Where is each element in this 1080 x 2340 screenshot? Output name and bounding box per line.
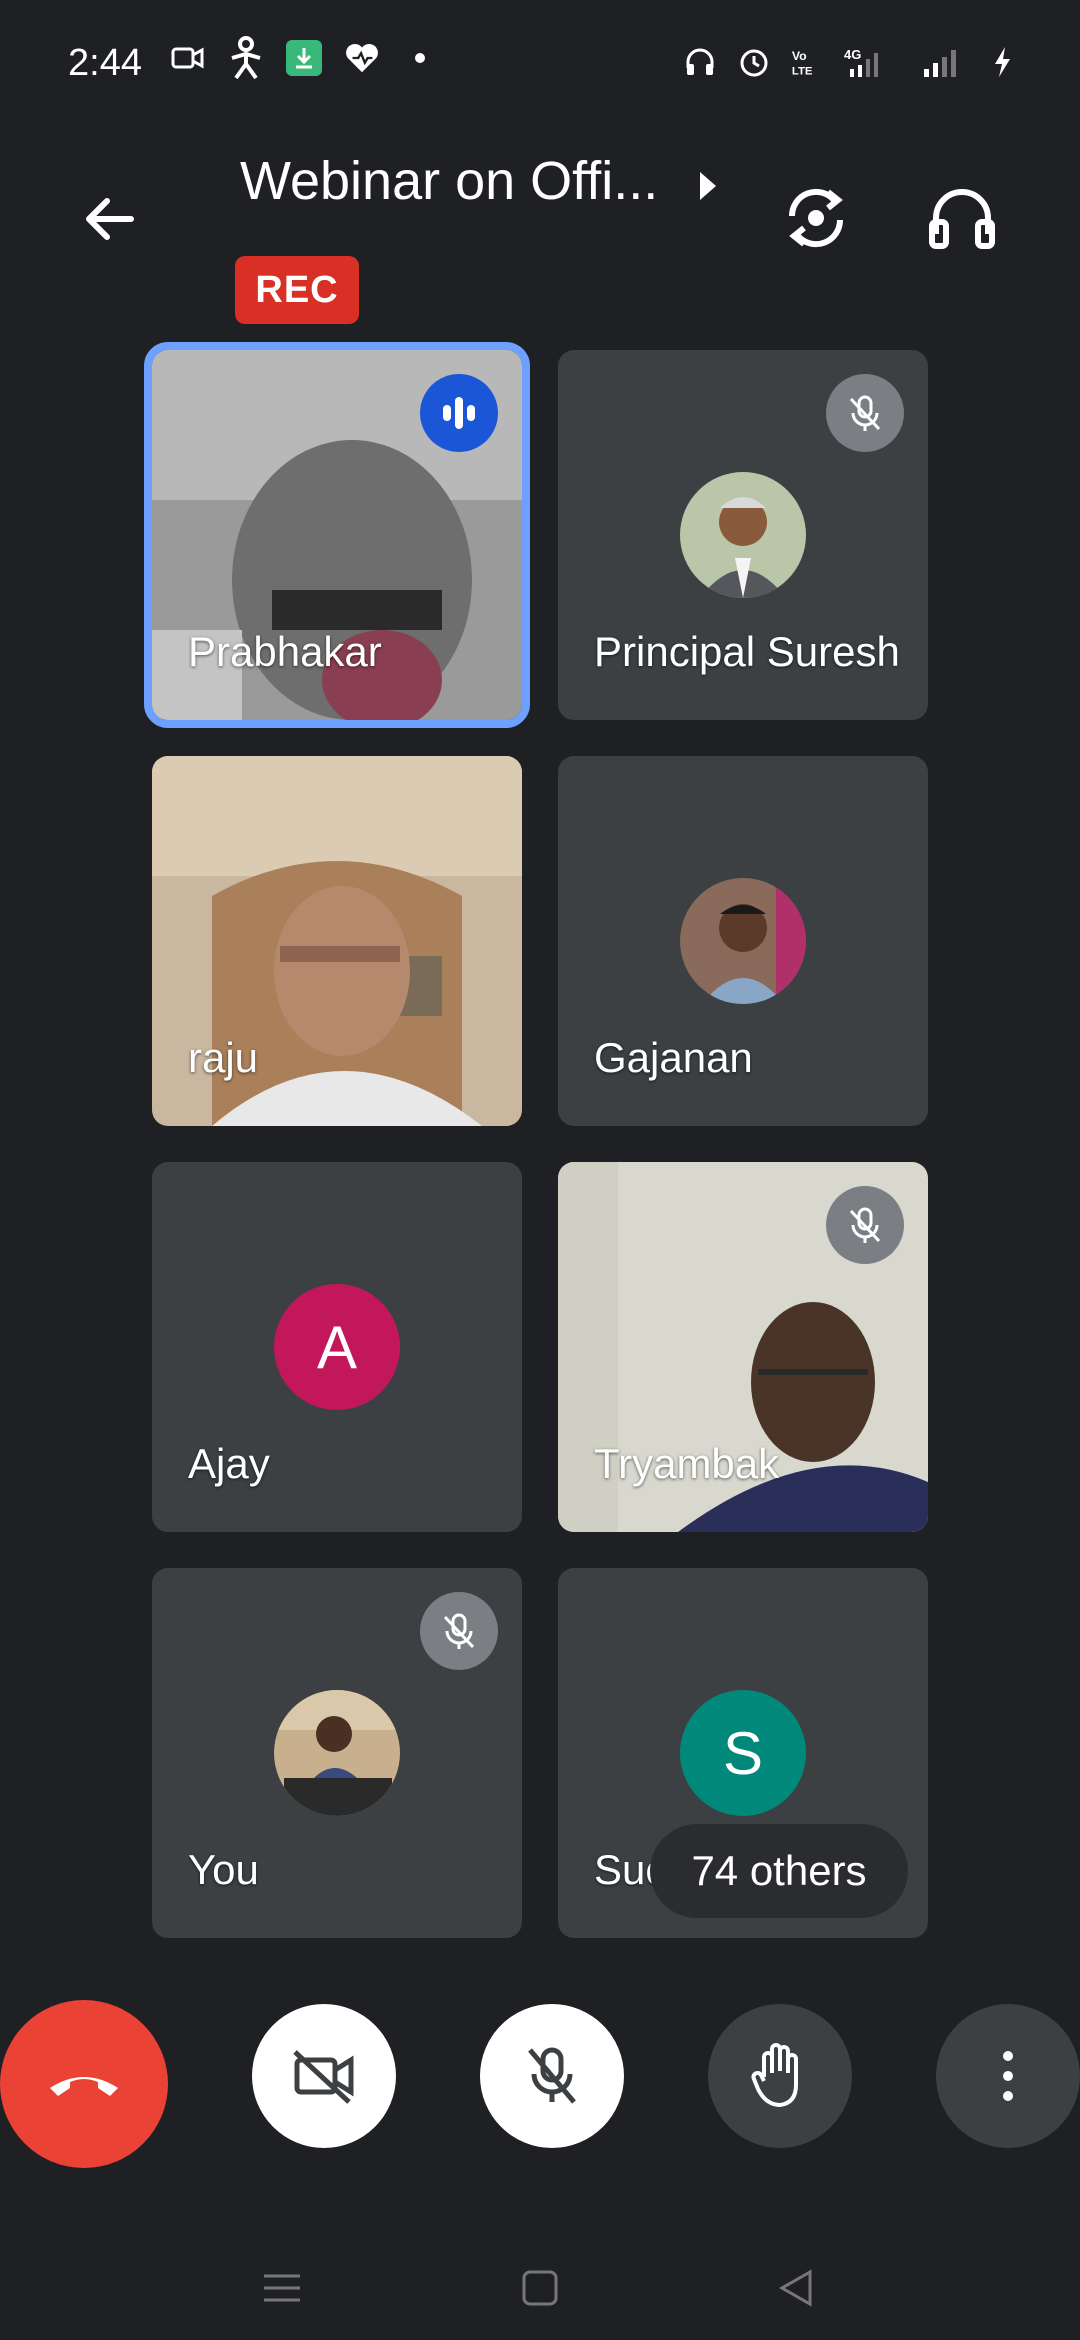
status-bar: 2:44 Vo LTE 4G: [0, 0, 1080, 130]
avatar: [274, 1690, 400, 1816]
audio-output-button[interactable]: [922, 178, 1002, 258]
mic-off-icon: [443, 1613, 475, 1649]
headphones-icon: [929, 189, 995, 249]
download-icon: [286, 40, 322, 76]
participant-tile-prabhakar[interactable]: Prabhakar: [144, 342, 530, 728]
chevron-right-icon[interactable]: [694, 166, 724, 206]
muted-indicator: [826, 1186, 904, 1264]
others-count-button[interactable]: 74 others: [650, 1824, 908, 1918]
signal-4g-icon: 4G: [844, 44, 904, 80]
participant-tile-gajanan[interactable]: Gajanan: [558, 756, 928, 1126]
meeting-title[interactable]: Webinar on Offi...: [240, 150, 658, 212]
switch-camera-icon: [788, 188, 844, 248]
health-heart-icon: [344, 40, 380, 76]
participant-name: Gajanan: [594, 1034, 753, 1081]
home-square-icon: [522, 2270, 558, 2306]
svg-text:LTE: LTE: [792, 65, 813, 77]
more-vert-icon: [1003, 2051, 1013, 2101]
headset-status-icon: [682, 44, 718, 80]
svg-text:4G: 4G: [844, 47, 861, 62]
status-icons-left: [170, 36, 438, 80]
muted-indicator: [826, 374, 904, 452]
notification-dot-icon: [402, 40, 438, 76]
raise-hand-button[interactable]: [708, 2004, 852, 2148]
avatar: A: [274, 1284, 400, 1410]
participant-tile-tryambak[interactable]: Tryambak: [558, 1162, 928, 1532]
participant-tile-you[interactable]: You: [152, 1568, 522, 1938]
video-call-icon: [170, 40, 206, 76]
raise-hand-icon: [751, 2043, 798, 2107]
avatar: [680, 878, 806, 1004]
switch-camera-button[interactable]: [776, 178, 856, 258]
back-button[interactable]: [70, 180, 148, 258]
participant-tile-principal-suresh[interactable]: Principal Suresh: [558, 350, 928, 720]
alarm-icon: [736, 44, 772, 80]
back-triangle-icon: [778, 2269, 812, 2307]
battery-charging-icon: [984, 44, 1020, 80]
recording-badge: REC: [235, 256, 359, 324]
menu-icon: [264, 2274, 300, 2302]
system-nav-bar: [0, 2220, 1080, 2340]
avatar: S: [680, 1690, 806, 1816]
muted-indicator: [420, 1592, 498, 1670]
mic-toggle-button[interactable]: [480, 2004, 624, 2148]
status-time: 2:44: [68, 42, 142, 84]
videocam-off-icon: [293, 2050, 354, 2104]
avatar-initial: S: [722, 1719, 764, 1787]
call-end-icon: [50, 2077, 118, 2096]
volte-icon: Vo LTE: [790, 44, 826, 80]
mic-off-icon: [528, 2047, 576, 2104]
participant-name: raju: [188, 1034, 259, 1081]
mic-off-icon: [849, 1207, 881, 1243]
mic-off-icon: [849, 395, 881, 431]
participant-name: Tryambak: [594, 1440, 780, 1487]
arrow-back-icon: [86, 198, 134, 240]
signal-icon: [922, 44, 966, 80]
participant-tile-raju[interactable]: raju: [152, 756, 522, 1126]
camera-toggle-button[interactable]: [252, 2004, 396, 2148]
avatar: [680, 472, 806, 598]
participant-name: Ajay: [188, 1440, 270, 1487]
status-icons-right: Vo LTE 4G: [682, 44, 1020, 80]
home-button[interactable]: [520, 2268, 560, 2308]
avatar-initial: A: [316, 1313, 358, 1381]
more-options-button[interactable]: [936, 2004, 1080, 2148]
participant-tile-ajay[interactable]: A Ajay: [152, 1162, 522, 1532]
system-back-button[interactable]: [776, 2268, 816, 2308]
accessibility-icon: [228, 36, 264, 80]
participant-name: Prabhakar: [188, 628, 382, 675]
recents-button[interactable]: [262, 2268, 302, 2308]
end-call-button[interactable]: [0, 2000, 168, 2168]
participant-name: Principal Suresh: [594, 628, 900, 675]
participant-name: You: [188, 1846, 259, 1893]
audio-level-icon: [443, 397, 475, 429]
speaking-indicator: [420, 374, 498, 452]
svg-text:Vo: Vo: [792, 49, 807, 63]
